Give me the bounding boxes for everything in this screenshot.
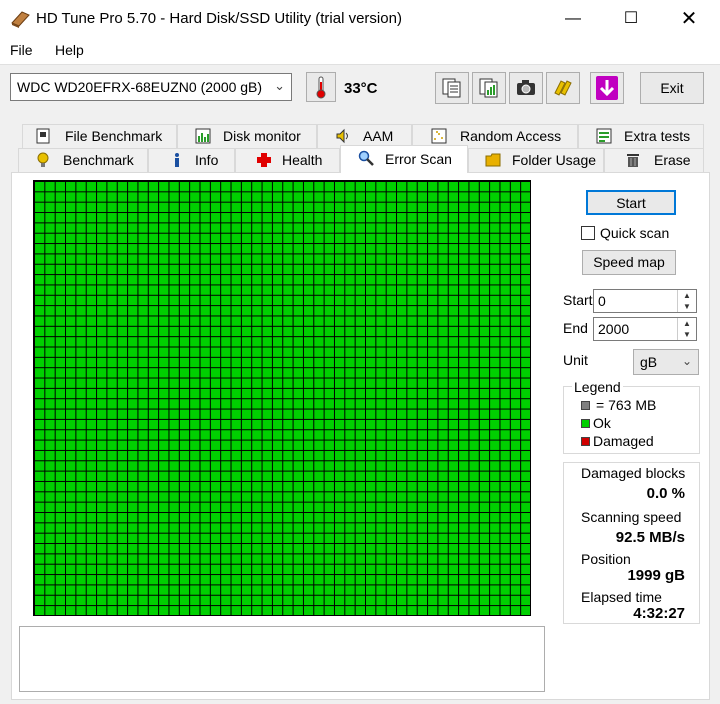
exit-button[interactable]: Exit xyxy=(640,72,704,104)
thermometer-icon xyxy=(316,76,326,99)
app-icon xyxy=(11,11,30,28)
legend-damaged: Damaged xyxy=(593,433,654,449)
temperature-button[interactable] xyxy=(306,72,336,102)
menu-bar: File Help xyxy=(0,38,720,65)
unit-select-value: gB xyxy=(640,354,658,370)
options-icon xyxy=(554,80,572,96)
tab-error-scan[interactable]: Error Scan xyxy=(340,145,468,173)
tab-disk-monitor[interactable]: Disk monitor xyxy=(177,124,317,148)
start-field-value: 0 xyxy=(598,293,606,309)
tab-health[interactable]: Health xyxy=(235,148,340,172)
scan-log xyxy=(19,626,545,692)
tab-label: Extra tests xyxy=(624,128,691,144)
camera-icon xyxy=(517,80,535,95)
tab-folder-usage[interactable]: Folder Usage xyxy=(468,148,604,172)
minimize-button[interactable]: — xyxy=(550,0,596,38)
end-field-value: 2000 xyxy=(598,321,630,337)
tab-label: AAM xyxy=(363,128,394,144)
unit-select[interactable]: gB ⌄ xyxy=(633,349,699,375)
damaged-blocks-value: 0.0 % xyxy=(646,485,685,502)
elapsed-time-value: 4:32:27 xyxy=(633,605,685,622)
random-access-icon xyxy=(431,128,447,144)
spinner-arrows-icon[interactable]: ▲ ▼ xyxy=(677,290,696,312)
speaker-icon xyxy=(336,128,348,144)
unit-label: Unit xyxy=(563,352,588,368)
folder-icon xyxy=(485,153,501,167)
copy-chart-icon xyxy=(479,78,498,98)
tab-benchmark[interactable]: Benchmark xyxy=(18,148,148,172)
tab-label: Erase xyxy=(654,152,691,168)
magnifier-icon xyxy=(358,150,374,166)
tab-label: File Benchmark xyxy=(65,128,163,144)
tab-label: Info xyxy=(195,152,219,168)
menu-file[interactable]: File xyxy=(10,42,33,58)
damaged-swatch xyxy=(581,437,590,446)
quick-scan-label[interactable]: Quick scan xyxy=(600,225,669,241)
health-cross-icon xyxy=(257,153,271,167)
speed-map-button[interactable]: Speed map xyxy=(582,250,676,275)
maximize-button[interactable]: ☐ xyxy=(608,0,654,38)
block-size-swatch xyxy=(581,401,590,410)
tab-label: Folder Usage xyxy=(512,152,597,168)
scanning-speed-label: Scanning speed xyxy=(581,509,682,525)
legend-block-size: = 763 MB xyxy=(596,397,657,413)
tab-label: Health xyxy=(282,152,323,168)
tab-extra-tests[interactable]: Extra tests xyxy=(578,124,704,148)
drive-select-value: WDC WD20EFRX-68EUZN0 (2000 gB) xyxy=(17,79,263,95)
copy-info-button[interactable] xyxy=(435,72,469,104)
spinner-arrows-icon[interactable]: ▲ ▼ xyxy=(677,318,696,340)
tab-label: Disk monitor xyxy=(223,128,301,144)
damaged-blocks-label: Damaged blocks xyxy=(581,465,686,481)
menu-help[interactable]: Help xyxy=(55,42,84,58)
end-field-label: End xyxy=(563,320,588,336)
tab-info[interactable]: Info xyxy=(148,148,235,172)
copy-chart-button[interactable] xyxy=(472,72,506,104)
position-label: Position xyxy=(581,551,631,567)
chevron-down-icon: ⌄ xyxy=(681,354,692,368)
lightbulb-icon xyxy=(37,152,49,167)
scan-block-map xyxy=(33,180,531,616)
chevron-down-icon: ⌄ xyxy=(274,78,285,93)
window-title: HD Tune Pro 5.70 - Hard Disk/SSD Utility… xyxy=(36,10,402,27)
quick-scan-checkbox[interactable] xyxy=(581,226,595,240)
trash-icon xyxy=(627,154,639,167)
tab-erase[interactable]: Erase xyxy=(604,148,704,172)
title-bar: HD Tune Pro 5.70 - Hard Disk/SSD Utility… xyxy=(0,0,720,38)
tab-file-benchmark[interactable]: File Benchmark xyxy=(22,124,177,148)
tab-label: Benchmark xyxy=(63,152,134,168)
ok-swatch xyxy=(581,419,590,428)
tab-label: Random Access xyxy=(460,128,562,144)
elapsed-time-label: Elapsed time xyxy=(581,589,662,605)
drive-select[interactable]: WDC WD20EFRX-68EUZN0 (2000 gB) ⌄ xyxy=(10,73,292,101)
legend-ok: Ok xyxy=(593,415,611,431)
save-button[interactable] xyxy=(590,72,624,104)
temperature-value: 33°C xyxy=(344,80,378,97)
screenshot-button[interactable] xyxy=(509,72,543,104)
scanning-speed-value: 92.5 MB/s xyxy=(615,529,685,546)
file-benchmark-icon xyxy=(36,128,50,144)
tab-label: Error Scan xyxy=(385,151,452,167)
start-button[interactable]: Start xyxy=(586,190,676,215)
legend-title: Legend xyxy=(572,379,623,395)
position-value: 1999 gB xyxy=(627,567,685,584)
start-field-label: Start xyxy=(563,292,593,308)
download-arrow-icon xyxy=(596,76,618,100)
copy-icon xyxy=(442,78,461,98)
info-icon xyxy=(175,153,179,167)
start-field[interactable]: 0 ▲ ▼ xyxy=(593,289,697,313)
options-button[interactable] xyxy=(546,72,580,104)
close-button[interactable]: ✕ xyxy=(666,0,712,38)
end-field[interactable]: 2000 ▲ ▼ xyxy=(593,317,697,341)
extra-tests-icon xyxy=(596,128,612,144)
disk-monitor-icon xyxy=(195,128,211,144)
